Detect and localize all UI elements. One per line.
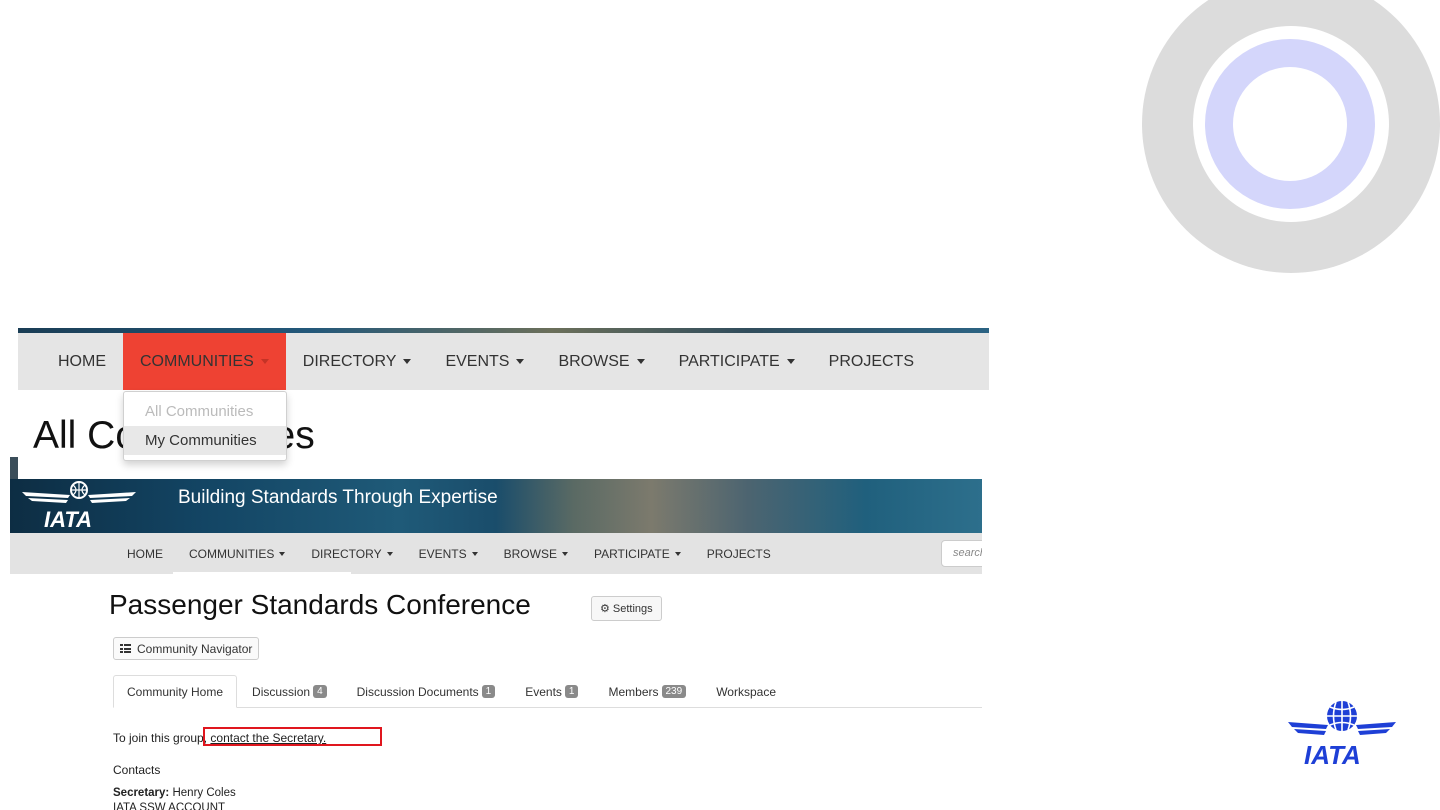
nav-projects-label: PROJECTS (828, 352, 914, 370)
nav-participate-label: PARTICIPATE (593, 546, 670, 561)
left-edge-fragment (10, 457, 18, 479)
nav-browse-label: BROWSE (503, 546, 557, 561)
nav-projects[interactable]: PROJECTS (812, 333, 931, 390)
dropdown-item-my-communities[interactable]: My Communities (124, 426, 286, 455)
settings-button[interactable]: ⚙ Settings (591, 596, 662, 621)
nav-events[interactable]: EVENTS (428, 333, 541, 390)
caret-down-icon (386, 551, 393, 556)
nav-browse-label: BROWSE (558, 352, 630, 370)
caret-down-icon (674, 551, 681, 556)
contacts-heading: Contacts (113, 763, 161, 777)
nav-communities[interactable]: COMMUNITIES (123, 333, 286, 390)
nav-directory-label: DIRECTORY (311, 546, 382, 561)
tab-label: Workspace (716, 684, 776, 699)
tab-label: Events (525, 684, 562, 699)
count-badge: 1 (481, 685, 496, 698)
nav-communities-label: COMMUNITIES (140, 352, 254, 370)
nav-communities[interactable]: COMMUNITIES (176, 533, 298, 574)
iata-logo-icon: IATA (22, 481, 136, 531)
nav-events-label: EVENTS (418, 546, 467, 561)
nav-projects[interactable]: PROJECTS (694, 533, 784, 574)
iata-corner-logo-icon: IATA (1288, 701, 1396, 768)
communities-dropdown: All Communities My Communities (123, 391, 287, 461)
tab-discussion[interactable]: Discussion 4 (237, 675, 342, 708)
dropdown-item-all-communities[interactable]: All Communities (124, 397, 286, 426)
corner-logo-text: IATA (1304, 740, 1361, 768)
account-line: IATA SSW ACCOUNT (113, 802, 226, 810)
nav-events[interactable]: EVENTS (406, 533, 491, 574)
nav-participate-label: PARTICIPATE (678, 352, 780, 370)
screenshot-community-page: IATA Building Standards Through Expertis… (10, 479, 982, 810)
decorative-ring-center (1233, 67, 1347, 181)
nav-participate[interactable]: PARTICIPATE (581, 533, 694, 574)
caret-down-icon (786, 359, 795, 364)
banner-tagline: Building Standards Through Expertise (178, 487, 498, 508)
list-icon (120, 644, 131, 653)
nav-directory[interactable]: DIRECTORY (298, 533, 405, 574)
caret-down-icon (516, 359, 525, 364)
nav-directory-label: DIRECTORY (302, 352, 397, 370)
count-badge: 1 (564, 685, 579, 698)
tab-discussion-documents[interactable]: Discussion Documents 1 (342, 675, 511, 708)
caret-down-icon (279, 551, 286, 556)
settings-label: Settings (612, 602, 653, 615)
caret-down-icon (471, 551, 478, 556)
nav-participate[interactable]: PARTICIPATE (662, 333, 812, 390)
nav-communities-label: COMMUNITIES (189, 546, 275, 561)
screenshot-communities-menu: HOME COMMUNITIES DIRECTORY EVENTS BROWSE… (10, 328, 989, 479)
community-navigator-button[interactable]: Community Navigator (113, 637, 260, 660)
community-tabs: Community Home Discussion 4 Discussion Do… (113, 675, 982, 708)
nav-home-label: HOME (58, 352, 106, 370)
secretary-label: Secretary: (113, 787, 170, 799)
caret-down-icon (636, 359, 645, 364)
tab-community-home[interactable]: Community Home (113, 675, 238, 708)
nav-browse[interactable]: BROWSE (491, 533, 581, 574)
nav-directory[interactable]: DIRECTORY (286, 333, 429, 390)
active-nav-underline (173, 572, 351, 575)
join-prefix: To join this group, (113, 731, 208, 745)
secretary-name: Henry Coles (172, 787, 236, 799)
site-nav: HOME COMMUNITIES DIRECTORY EVENTS BROWSE… (10, 533, 982, 574)
tab-label: Community Home (127, 684, 224, 699)
highlight-box (203, 727, 382, 746)
tab-label: Members (608, 684, 659, 699)
count-badge: 239 (661, 685, 687, 698)
nav-home[interactable]: HOME (18, 333, 123, 390)
tab-label: Discussion (252, 684, 311, 699)
caret-down-icon (561, 551, 568, 556)
nav-home[interactable]: HOME (10, 533, 176, 574)
main-nav: HOME COMMUNITIES DIRECTORY EVENTS BROWSE… (18, 333, 989, 390)
secretary-line: Secretary: Henry Coles (113, 787, 236, 799)
search-input[interactable]: search (941, 540, 982, 567)
nav-projects-label: PROJECTS (706, 546, 771, 561)
count-badge: 4 (313, 685, 327, 698)
gear-icon: ⚙ (600, 603, 610, 615)
caret-down-icon (403, 359, 412, 364)
tab-workspace[interactable]: Workspace (701, 675, 791, 708)
nav-events-label: EVENTS (445, 352, 510, 370)
nav-home-label: HOME (127, 546, 163, 561)
tab-label: Discussion Documents (356, 684, 479, 699)
nav-browse[interactable]: BROWSE (541, 333, 661, 390)
page-title: Passenger Standards Conference (109, 589, 531, 620)
tab-events[interactable]: Events 1 (510, 675, 593, 708)
community-navigator-label: Community Navigator (137, 641, 253, 656)
caret-down-icon (260, 359, 269, 364)
tab-members[interactable]: Members 239 (593, 675, 701, 708)
logo-text: IATA (44, 507, 92, 531)
